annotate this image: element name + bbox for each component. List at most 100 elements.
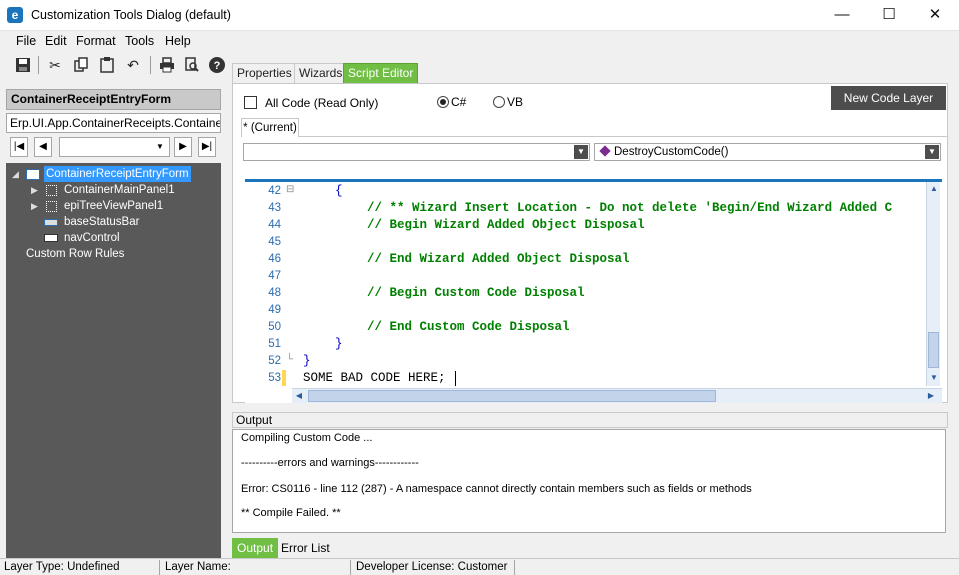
divider — [299, 136, 947, 137]
csharp-radio[interactable] — [437, 96, 449, 108]
code-line: } — [303, 354, 311, 368]
svg-text:?: ? — [214, 60, 221, 72]
status-license: Developer License: Customer — [356, 561, 508, 573]
paste-icon[interactable] — [97, 55, 117, 75]
tree-item[interactable]: Custom Row Rules — [6, 246, 216, 262]
code-editor[interactable]: 42 43 44 45 46 47 48 49 50 51 52 53 ⊟ └ … — [245, 179, 942, 403]
undo-icon[interactable]: ↶ — [123, 55, 143, 75]
code-line: SOME BAD CODE HERE; — [303, 371, 446, 385]
tab-current-layer[interactable]: * (Current) — [241, 118, 299, 137]
chevron-down-icon: ▼ — [925, 145, 939, 159]
copy-icon[interactable] — [71, 55, 91, 75]
code-line: // End Wizard Added Object Disposal — [367, 252, 630, 266]
line-number: 43 — [268, 202, 281, 214]
line-number-gutter: 42 43 44 45 46 47 48 49 50 51 52 53 ⊟ └ — [245, 182, 294, 386]
scroll-left-icon[interactable]: ◀ — [292, 389, 306, 403]
cut-icon[interactable]: ✂ — [45, 55, 65, 75]
status-separator — [514, 560, 515, 575]
output-panel[interactable]: Compiling Custom Code ... ----------erro… — [232, 429, 946, 533]
nav-record-select[interactable]: ▼ — [59, 137, 170, 157]
text-cursor — [455, 371, 456, 386]
menu-tools[interactable]: Tools — [125, 34, 154, 48]
output-header: Output — [232, 412, 948, 428]
tree-item[interactable]: ◢ ContainerReceiptEntryForm — [6, 166, 216, 182]
output-line: ----------errors and warnings-----------… — [241, 457, 419, 469]
help-icon[interactable]: ? — [207, 55, 227, 75]
method-combo-value: DestroyCustomCode() — [614, 146, 729, 158]
tab-properties[interactable]: Properties — [232, 63, 297, 83]
code-line: // End Custom Code Disposal — [367, 320, 570, 334]
tree-item[interactable]: ▶ epiTreeViewPanel1 — [6, 198, 216, 214]
tree-item[interactable]: baseStatusBar — [6, 214, 216, 230]
close-button[interactable]: ✕ — [912, 0, 958, 31]
app-icon: e — [7, 7, 23, 23]
namespace-field[interactable]: Erp.UI.App.ContainerReceipts.Container — [6, 113, 221, 133]
vb-radio[interactable] — [493, 96, 505, 108]
line-number: 42 — [268, 185, 281, 197]
line-number: 52 — [268, 355, 281, 367]
nav-first-button[interactable]: |◀ — [10, 137, 28, 157]
code-line: // ** Wizard Insert Location - Do not de… — [367, 201, 893, 215]
tab-wizards[interactable]: Wizards — [294, 63, 348, 83]
line-number: 50 — [268, 321, 281, 333]
nav-next-button[interactable]: ▶ — [174, 137, 192, 157]
method-icon — [599, 145, 611, 157]
scroll-down-icon[interactable]: ▼ — [927, 371, 941, 385]
code-line: { — [335, 184, 343, 198]
new-code-layer-button[interactable]: New Code Layer — [831, 86, 946, 110]
form-name-header: ContainerReceiptEntryForm — [6, 89, 221, 110]
expand-icon[interactable]: ▶ — [31, 198, 38, 214]
left-panel: ContainerReceiptEntryForm Erp.UI.App.Con… — [0, 79, 230, 559]
csharp-label: C# — [451, 95, 467, 109]
chevron-down-icon: ▼ — [156, 142, 164, 151]
nav-prev-button[interactable]: ◀ — [34, 137, 52, 157]
tree-item[interactable]: navControl — [6, 230, 216, 246]
tree-item-label: epiTreeViewPanel1 — [64, 200, 164, 212]
menu-format[interactable]: Format — [76, 34, 116, 48]
line-number: 47 — [268, 270, 281, 282]
output-tabs: Output Error List — [232, 538, 948, 558]
output-line: ** Compile Failed. ** — [241, 507, 341, 519]
expand-icon[interactable]: ▶ — [31, 182, 38, 198]
class-combo[interactable]: ▼ — [243, 143, 590, 161]
menu-help[interactable]: Help — [165, 34, 191, 48]
vertical-scrollbar[interactable]: ▲ ▼ — [926, 182, 940, 386]
panel-icon — [46, 185, 57, 196]
method-combo[interactable]: DestroyCustomCode() ▼ — [594, 143, 941, 161]
tree-item[interactable]: ▶ ContainerMainPanel1 — [6, 182, 216, 198]
print-preview-icon[interactable] — [182, 55, 202, 75]
scroll-right-icon[interactable]: ▶ — [924, 389, 938, 403]
tree-item-label: Custom Row Rules — [26, 248, 125, 260]
scrollbar-thumb[interactable] — [308, 390, 716, 402]
nav-last-button[interactable]: ▶| — [198, 137, 216, 157]
maximize-button[interactable]: ☐ — [866, 0, 912, 31]
menu-bar: File Edit Format Tools Help — [0, 31, 959, 51]
print-icon[interactable] — [157, 55, 177, 75]
toolbar-separator — [38, 56, 39, 74]
minimize-button[interactable]: — — [819, 0, 865, 31]
all-code-label: All Code (Read Only) — [265, 96, 379, 110]
tree-item-label: baseStatusBar — [64, 216, 140, 228]
collapse-icon[interactable]: ◢ — [12, 166, 19, 182]
scroll-up-icon[interactable]: ▲ — [927, 182, 941, 196]
form-icon — [26, 169, 40, 180]
all-code-checkbox[interactable] — [244, 96, 257, 109]
control-tree[interactable]: ◢ ContainerReceiptEntryForm ▶ ContainerM… — [6, 163, 221, 559]
toolbar: ✂ ↶ ? — [0, 51, 230, 79]
vb-label: VB — [507, 95, 524, 109]
status-bar: Layer Type: Undefined Layer Name: Develo… — [0, 558, 959, 575]
menu-edit[interactable]: Edit — [45, 34, 67, 48]
line-number: 45 — [268, 236, 281, 248]
tab-script-editor[interactable]: Script Editor — [343, 63, 419, 83]
line-number: 53 — [268, 372, 281, 384]
tab-output[interactable]: Output — [232, 538, 279, 558]
fold-icon[interactable]: ⊟ — [286, 184, 294, 195]
horizontal-scrollbar[interactable]: ◀ ▶ — [292, 388, 942, 403]
tab-error-list[interactable]: Error List — [276, 538, 335, 558]
save-icon[interactable] — [13, 55, 33, 75]
scrollbar-thumb[interactable] — [928, 332, 939, 368]
output-line: Compiling Custom Code ... — [241, 432, 373, 444]
change-marker — [282, 370, 286, 386]
line-number: 46 — [268, 253, 281, 265]
menu-file[interactable]: File — [16, 34, 36, 48]
